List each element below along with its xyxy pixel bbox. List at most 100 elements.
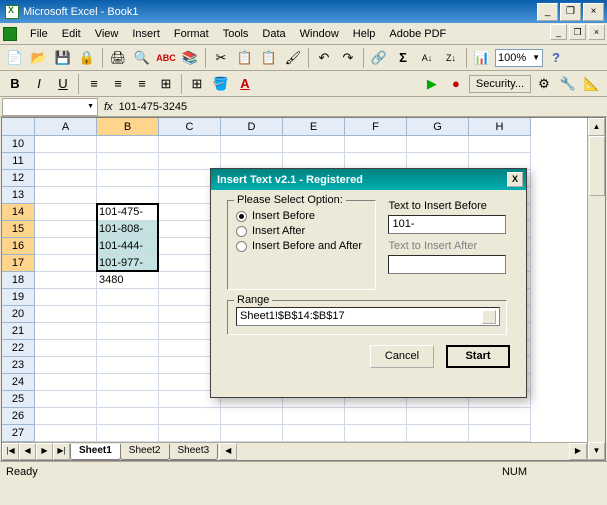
cut-button[interactable]: ✂ — [210, 47, 232, 69]
doc-restore-button[interactable]: ❐ — [569, 24, 586, 40]
cell-B13[interactable] — [97, 187, 159, 204]
cell-A16[interactable] — [35, 238, 97, 255]
cancel-button[interactable]: Cancel — [370, 345, 434, 368]
name-box[interactable]: ▼ — [2, 98, 98, 116]
cell-A20[interactable] — [35, 306, 97, 323]
menu-tools[interactable]: Tools — [216, 25, 256, 43]
cell-B12[interactable] — [97, 170, 159, 187]
fill-color-button[interactable]: 🪣 — [210, 73, 232, 95]
formula-input[interactable]: 101-475-3245 — [119, 101, 607, 113]
cell-B18[interactable] — [97, 272, 159, 289]
autosum-button[interactable]: Σ — [392, 47, 414, 69]
cell-C27[interactable] — [159, 425, 221, 442]
cell-G26[interactable] — [407, 408, 469, 425]
align-center-button[interactable]: ≡ — [107, 73, 129, 95]
menu-view[interactable]: View — [88, 25, 126, 43]
merge-center-button[interactable]: ⊞ — [155, 73, 177, 95]
undo-button[interactable]: ↶ — [313, 47, 335, 69]
dialog-titlebar[interactable]: Insert Text v2.1 - Registered X — [211, 169, 526, 190]
cell-A19[interactable] — [35, 289, 97, 306]
doc-close-button[interactable]: × — [588, 24, 605, 40]
cell-A14[interactable] — [35, 204, 97, 221]
menu-help[interactable]: Help — [346, 25, 383, 43]
format-painter-button[interactable]: 🖌 — [282, 47, 304, 69]
start-button[interactable]: Start — [446, 345, 510, 368]
row-header-23[interactable]: 23 — [2, 357, 35, 374]
cell-H10[interactable] — [469, 136, 531, 153]
hyperlink-button[interactable]: 🔗 — [368, 47, 390, 69]
preview-button[interactable]: 🔍 — [131, 47, 153, 69]
design-mode-button[interactable]: 📐 — [581, 73, 603, 95]
help-button[interactable]: ? — [545, 47, 567, 69]
tab-sheet2[interactable]: Sheet2 — [120, 444, 170, 460]
font-color-button[interactable]: A — [234, 73, 256, 95]
after-input[interactable] — [388, 255, 506, 274]
tab-next-button[interactable]: ▶ — [36, 443, 53, 460]
cell-C10[interactable] — [159, 136, 221, 153]
tab-prev-button[interactable]: ◀ — [19, 443, 36, 460]
cell-B21[interactable] — [97, 323, 159, 340]
before-input[interactable]: 101- — [388, 215, 506, 234]
new-button[interactable]: 📄 — [4, 47, 26, 69]
row-header-21[interactable]: 21 — [2, 323, 35, 340]
col-header-F[interactable]: F — [345, 118, 407, 136]
menu-file[interactable]: File — [23, 25, 55, 43]
scrollbar-thumb[interactable] — [589, 136, 605, 196]
row-header-17[interactable]: 17 — [2, 255, 35, 272]
cell-D27[interactable] — [221, 425, 283, 442]
cell-F10[interactable] — [345, 136, 407, 153]
research-button[interactable]: 📚 — [179, 47, 201, 69]
tab-first-button[interactable]: |◀ — [2, 443, 19, 460]
collapse-range-button[interactable] — [482, 310, 496, 324]
row-header-10[interactable]: 10 — [2, 136, 35, 153]
menu-format[interactable]: Format — [167, 25, 216, 43]
record-macro-button[interactable]: ● — [445, 73, 467, 95]
cell-B14[interactable]: 101-475-3245 — [97, 204, 159, 221]
restore-button[interactable]: ❐ — [560, 3, 581, 21]
cell-F26[interactable] — [345, 408, 407, 425]
radio-insert-after[interactable]: Insert After — [236, 225, 367, 237]
cell-H27[interactable] — [469, 425, 531, 442]
row-header-16[interactable]: 16 — [2, 238, 35, 255]
scroll-right-button[interactable]: ▶ — [569, 443, 587, 460]
col-header-A[interactable]: A — [35, 118, 97, 136]
menu-edit[interactable]: Edit — [55, 25, 88, 43]
menu-window[interactable]: Window — [293, 25, 346, 43]
vba-button[interactable]: ⚙ — [533, 73, 555, 95]
cell-B23[interactable] — [97, 357, 159, 374]
row-header-25[interactable]: 25 — [2, 391, 35, 408]
open-button[interactable]: 📂 — [28, 47, 50, 69]
cell-B10[interactable] — [97, 136, 159, 153]
cell-D10[interactable] — [221, 136, 283, 153]
sort-asc-button[interactable]: A↓ — [416, 47, 438, 69]
cell-B24[interactable] — [97, 374, 159, 391]
scroll-up-button[interactable]: ▲ — [588, 118, 605, 136]
align-left-button[interactable]: ≡ — [83, 73, 105, 95]
col-header-H[interactable]: H — [469, 118, 531, 136]
row-header-19[interactable]: 19 — [2, 289, 35, 306]
italic-button[interactable]: I — [28, 73, 50, 95]
cell-B22[interactable] — [97, 340, 159, 357]
row-header-12[interactable]: 12 — [2, 170, 35, 187]
chart-button[interactable]: 📊 — [471, 47, 493, 69]
cell-E26[interactable] — [283, 408, 345, 425]
col-header-C[interactable]: C — [159, 118, 221, 136]
cell-A25[interactable] — [35, 391, 97, 408]
tab-sheet3[interactable]: Sheet3 — [169, 444, 219, 460]
cell-B27[interactable] — [97, 425, 159, 442]
select-all-corner[interactable] — [2, 118, 35, 136]
cell-A21[interactable] — [35, 323, 97, 340]
play-macro-button[interactable]: ▶ — [421, 73, 443, 95]
cell-B20[interactable] — [97, 306, 159, 323]
cell-A17[interactable] — [35, 255, 97, 272]
row-header-11[interactable]: 11 — [2, 153, 35, 170]
close-button[interactable]: × — [583, 3, 604, 21]
control-toolbox-button[interactable]: 🔧 — [557, 73, 579, 95]
menu-adobepdf[interactable]: Adobe PDF — [382, 25, 453, 43]
doc-minimize-button[interactable]: _ — [550, 24, 567, 40]
scroll-down-button[interactable]: ▼ — [588, 442, 605, 460]
sort-desc-button[interactable]: Z↓ — [440, 47, 462, 69]
row-header-15[interactable]: 15 — [2, 221, 35, 238]
col-header-G[interactable]: G — [407, 118, 469, 136]
underline-button[interactable]: U — [52, 73, 74, 95]
